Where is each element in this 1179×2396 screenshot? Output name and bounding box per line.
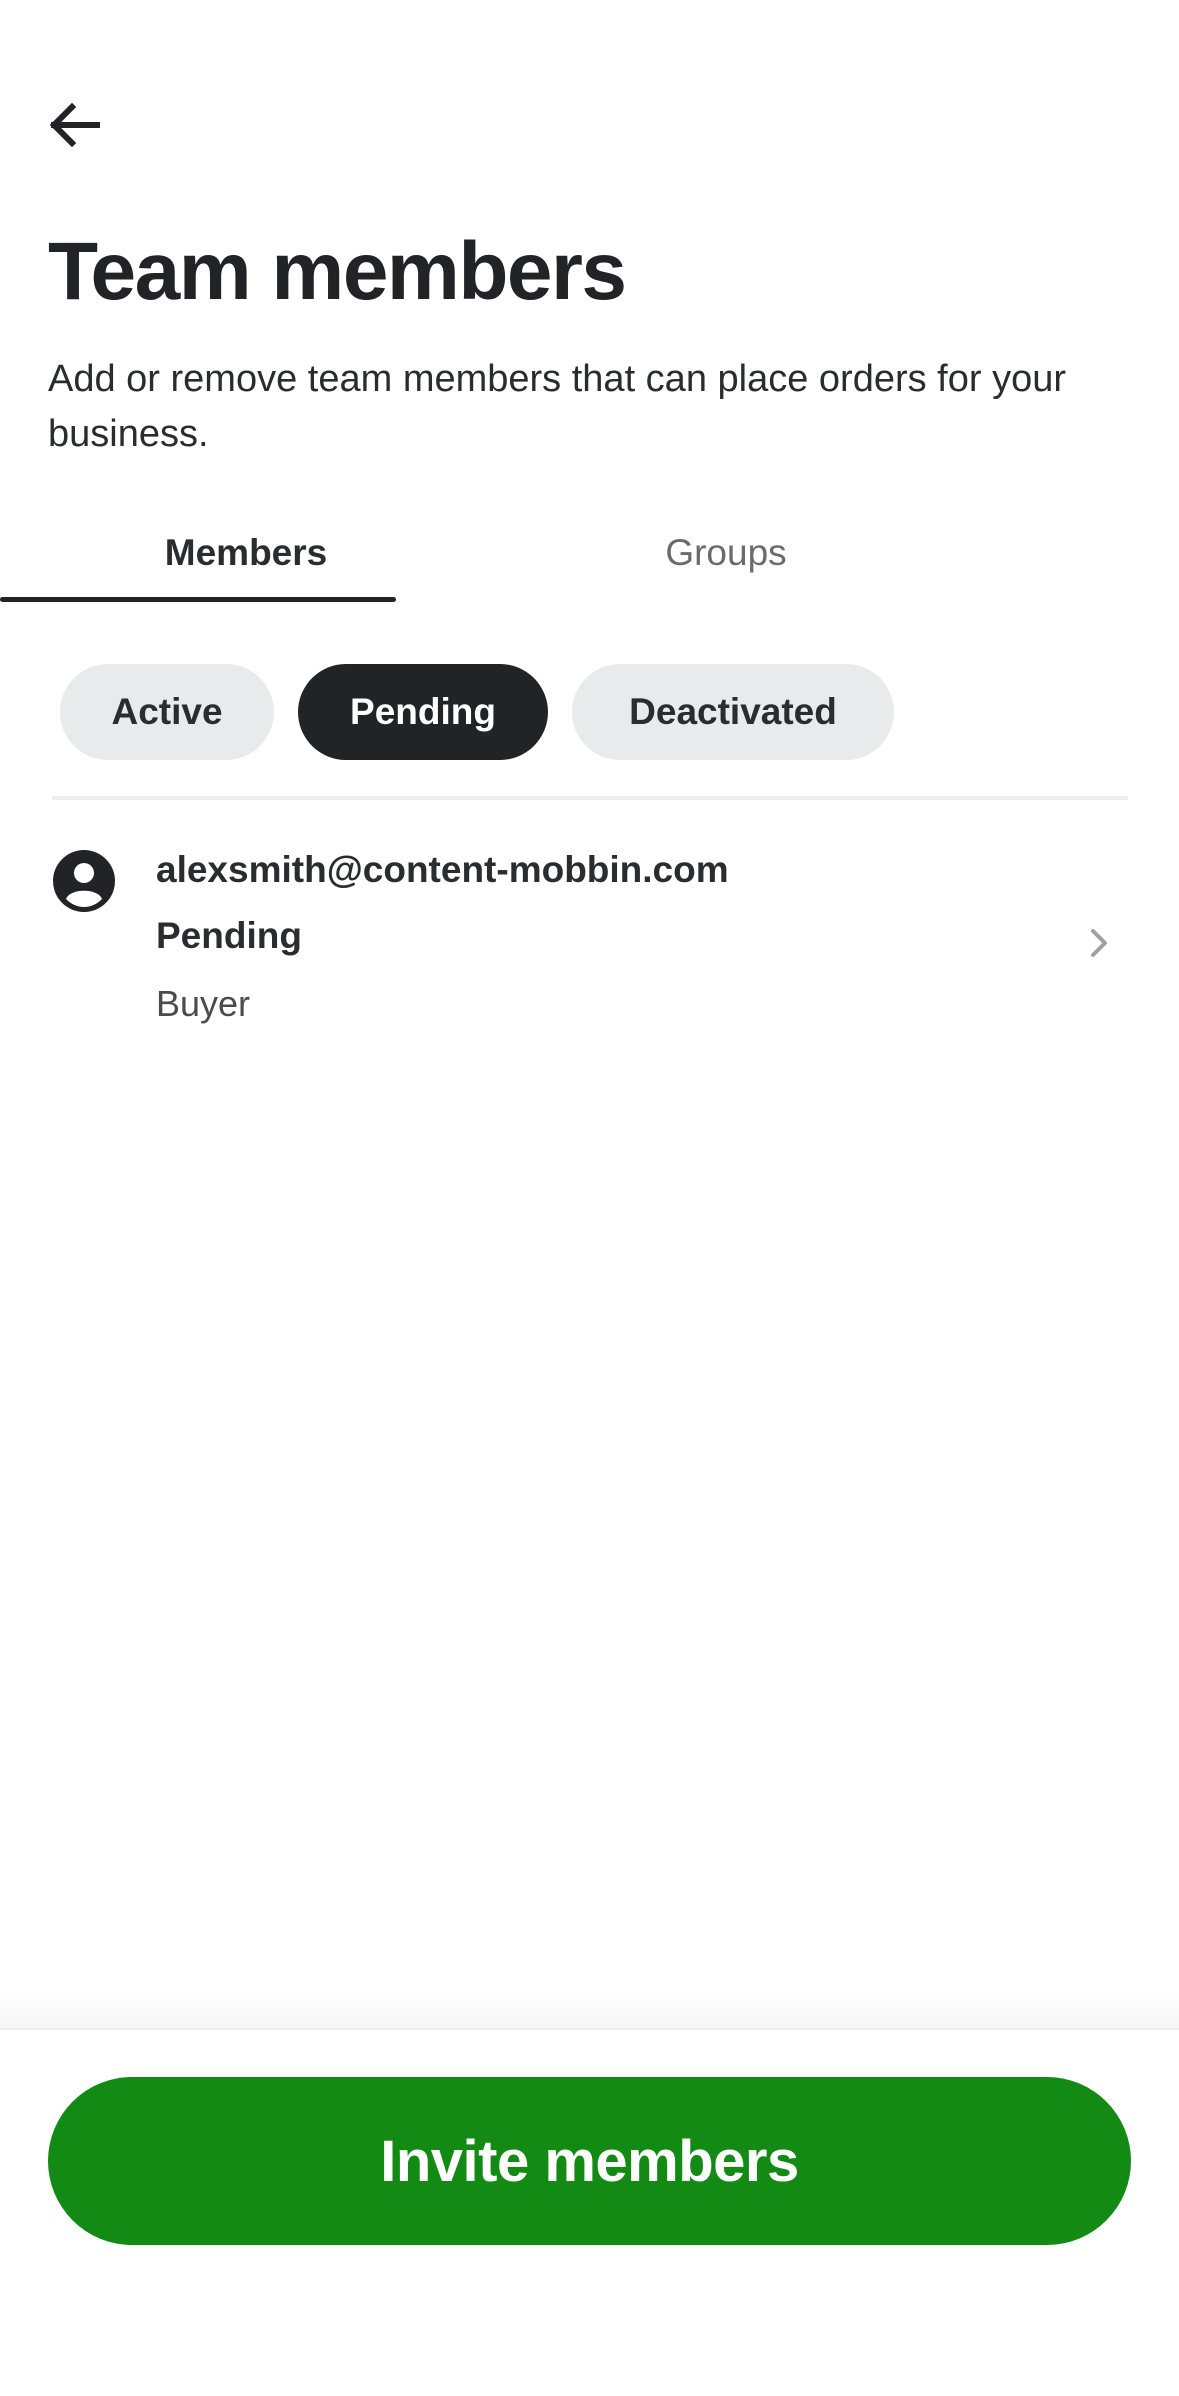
page-title: Team members xyxy=(48,226,627,317)
page-subtitle: Add or remove team members that can plac… xyxy=(48,358,1067,455)
invite-members-button[interactable]: Invite members xyxy=(48,2077,1131,2245)
tab-bar: Members Groups xyxy=(48,500,1131,605)
filter-chip-active[interactable]: Active xyxy=(60,664,274,760)
status-filter-chips: Active Pending Deactivated xyxy=(60,664,894,760)
tab-groups[interactable]: Groups xyxy=(528,500,924,605)
list-divider xyxy=(52,796,1128,800)
filter-chip-deactivated[interactable]: Deactivated xyxy=(572,664,894,760)
tab-selected-indicator xyxy=(0,597,396,602)
member-status: Pending xyxy=(156,915,302,956)
member-list-item[interactable]: alexsmith@content-mobbin.com Pending Buy… xyxy=(48,820,1131,1050)
filter-chip-pending[interactable]: Pending xyxy=(298,664,548,760)
footer-shadow xyxy=(0,1990,1179,2030)
chevron-right-icon xyxy=(1091,929,1107,957)
arrow-left-icon xyxy=(49,103,100,147)
user-circle-icon xyxy=(53,850,115,912)
member-email: alexsmith@content-mobbin.com xyxy=(156,849,729,890)
member-role: Buyer xyxy=(156,983,251,1024)
back-button[interactable] xyxy=(48,94,120,156)
tab-members[interactable]: Members xyxy=(48,500,444,605)
